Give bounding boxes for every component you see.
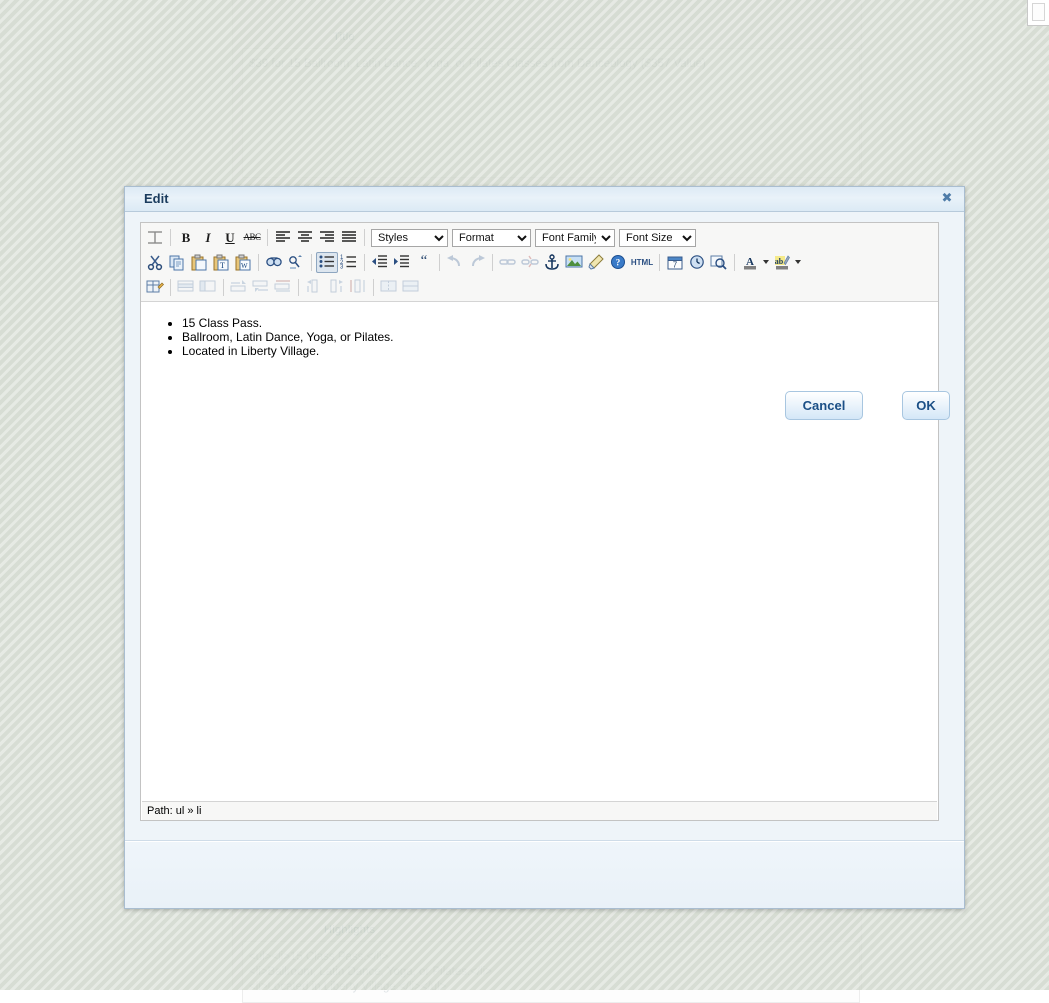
strikethrough-icon[interactable]: ABC bbox=[241, 227, 263, 248]
outdent-icon[interactable] bbox=[369, 252, 391, 273]
editor-statusbar: Path: ul » li bbox=[142, 801, 937, 820]
svg-text:W: W bbox=[241, 262, 248, 270]
align-right-icon[interactable] bbox=[316, 227, 338, 248]
toolbar-row-3 bbox=[141, 275, 938, 300]
search-icon[interactable] bbox=[263, 252, 285, 273]
redo-icon[interactable] bbox=[466, 252, 488, 273]
close-icon[interactable]: ✖ bbox=[940, 192, 954, 206]
image-icon[interactable] bbox=[563, 252, 585, 273]
cut-icon[interactable] bbox=[144, 252, 166, 273]
toolbar-separator bbox=[734, 254, 735, 271]
text-color-icon[interactable]: A bbox=[739, 252, 761, 273]
toolbar-row-1: B I U ABC bbox=[141, 225, 938, 250]
toggle-toolbar-icon[interactable] bbox=[144, 227, 166, 248]
toolbar-separator bbox=[492, 254, 493, 271]
svg-text:T: T bbox=[220, 261, 225, 270]
toolbar-separator bbox=[223, 279, 224, 296]
toolbar-separator bbox=[439, 254, 440, 271]
edit-dialog: Edit ✖ B I bbox=[124, 186, 965, 909]
toolbar-separator bbox=[298, 279, 299, 296]
col-after-icon[interactable] bbox=[325, 277, 347, 298]
list-item[interactable]: Ballroom, Latin Dance, Yoga, or Pilates. bbox=[182, 331, 927, 345]
merge-cells-icon[interactable] bbox=[400, 277, 422, 298]
copy-icon[interactable] bbox=[166, 252, 188, 273]
toolbar-separator bbox=[170, 229, 171, 246]
toolbar-separator bbox=[373, 279, 374, 296]
paste-text-icon[interactable]: T bbox=[210, 252, 232, 273]
col-before-icon[interactable] bbox=[303, 277, 325, 298]
dialog-footer bbox=[125, 842, 964, 908]
row-before-icon[interactable] bbox=[228, 277, 250, 298]
underline-icon[interactable]: U bbox=[219, 227, 241, 248]
highlights-list: 15 Class Pass. Ballroom, Latin Dance, Yo… bbox=[152, 317, 927, 359]
bold-icon[interactable]: B bbox=[175, 227, 197, 248]
cancel-button[interactable]: Cancel bbox=[785, 391, 863, 420]
page-corner-inner bbox=[1032, 3, 1045, 21]
delete-row-icon[interactable] bbox=[272, 277, 294, 298]
blockquote-icon[interactable]: “ bbox=[413, 252, 435, 273]
svg-text:HTML: HTML bbox=[631, 258, 653, 267]
toolbar-separator bbox=[258, 254, 259, 271]
page-corner-box bbox=[1027, 0, 1049, 26]
paste-word-icon[interactable]: W bbox=[232, 252, 254, 273]
row-properties-icon[interactable] bbox=[175, 277, 197, 298]
styles-select[interactable]: Styles bbox=[371, 229, 448, 247]
insert-time-icon[interactable] bbox=[686, 252, 708, 273]
toolbar-separator bbox=[170, 279, 171, 296]
editor-toolbars: B I U ABC bbox=[141, 223, 938, 302]
search-replace-icon[interactable] bbox=[285, 252, 307, 273]
rich-text-editor: B I U ABC bbox=[140, 222, 939, 821]
html-source-icon[interactable]: HTML bbox=[629, 252, 655, 273]
align-left-icon[interactable] bbox=[272, 227, 294, 248]
toolbar-separator bbox=[364, 229, 365, 246]
numbered-list-icon[interactable]: 123 bbox=[338, 252, 360, 273]
dropdown-arrow-icon[interactable] bbox=[761, 252, 771, 273]
anchor-icon[interactable] bbox=[541, 252, 563, 273]
split-cells-icon[interactable] bbox=[378, 277, 400, 298]
list-item[interactable]: Located in Liberty Village. bbox=[182, 345, 927, 359]
format-select[interactable]: Format bbox=[452, 229, 531, 247]
toolbar-separator bbox=[364, 254, 365, 271]
preview-icon[interactable] bbox=[708, 252, 730, 273]
background-color-icon[interactable]: ab bbox=[771, 252, 793, 273]
toolbar-row-2: T W bbox=[141, 250, 938, 275]
editor-body[interactable]: 15 Class Pass. Ballroom, Latin Dance, Yo… bbox=[142, 303, 937, 800]
dialog-titlebar[interactable]: Edit ✖ bbox=[125, 187, 964, 212]
indent-icon[interactable] bbox=[391, 252, 413, 273]
svg-text:ab: ab bbox=[775, 257, 784, 266]
cell-properties-icon[interactable] bbox=[197, 277, 219, 298]
dialog-title: Edit bbox=[144, 191, 169, 206]
align-center-icon[interactable] bbox=[294, 227, 316, 248]
link-icon[interactable] bbox=[497, 252, 519, 273]
font-size-select[interactable]: Font Size bbox=[619, 229, 696, 247]
paste-icon[interactable] bbox=[188, 252, 210, 273]
toolbar-separator bbox=[659, 254, 660, 271]
cleanup-icon[interactable] bbox=[585, 252, 607, 273]
toolbar-separator bbox=[267, 229, 268, 246]
row-after-icon[interactable] bbox=[250, 277, 272, 298]
help-icon[interactable]: ? bbox=[607, 252, 629, 273]
list-item[interactable]: 15 Class Pass. bbox=[182, 317, 927, 331]
font-family-select[interactable]: Font Family bbox=[535, 229, 615, 247]
svg-text:3: 3 bbox=[340, 265, 344, 270]
delete-col-icon[interactable] bbox=[347, 277, 369, 298]
italic-icon[interactable]: I bbox=[197, 227, 219, 248]
editor-content-area[interactable]: 15 Class Pass. Ballroom, Latin Dance, Yo… bbox=[142, 303, 937, 800]
align-justify-icon[interactable] bbox=[338, 227, 360, 248]
ok-button[interactable]: OK bbox=[902, 391, 950, 420]
svg-text:7: 7 bbox=[673, 261, 678, 270]
svg-text:?: ? bbox=[616, 258, 621, 268]
toolbar-separator bbox=[311, 254, 312, 271]
dropdown-arrow-icon[interactable] bbox=[793, 252, 803, 273]
undo-icon[interactable] bbox=[444, 252, 466, 273]
bullet-list-icon[interactable] bbox=[316, 252, 338, 273]
unlink-icon[interactable] bbox=[519, 252, 541, 273]
insert-date-icon[interactable]: 7 bbox=[664, 252, 686, 273]
table-properties-icon[interactable] bbox=[144, 277, 166, 298]
